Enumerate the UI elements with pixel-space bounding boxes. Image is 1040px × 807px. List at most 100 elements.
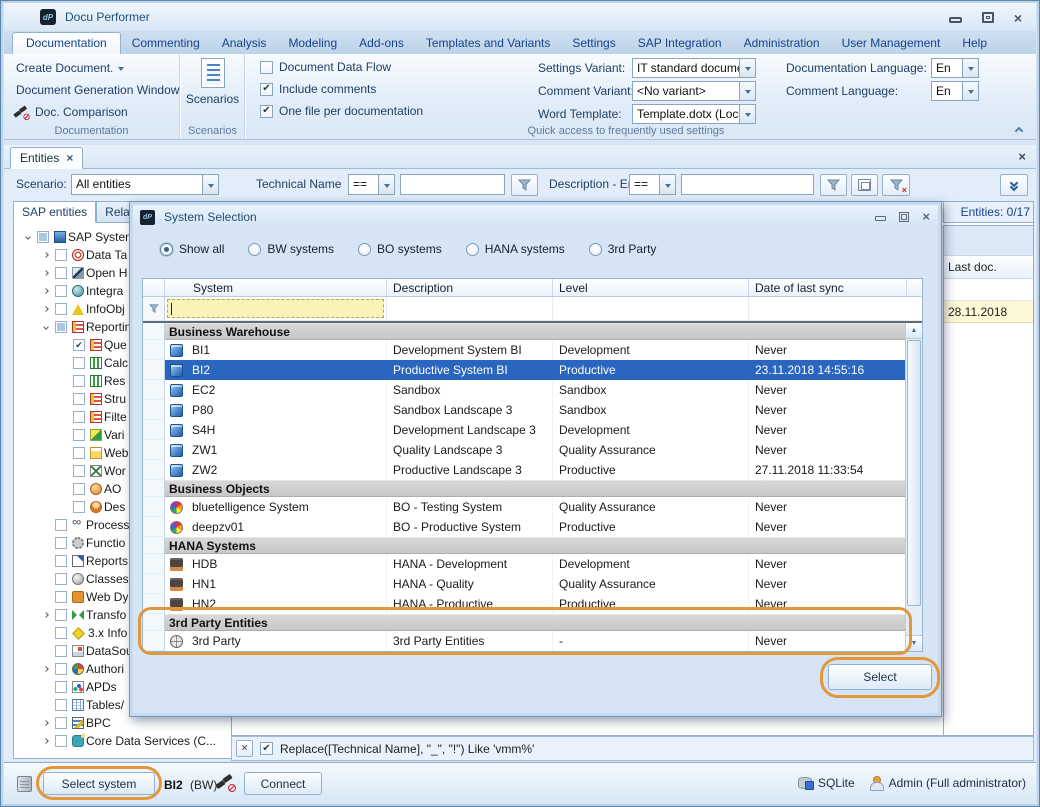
- tree-checkbox[interactable]: [55, 519, 67, 531]
- system-row-p80[interactable]: P80Sandbox Landscape 3SandboxNever: [143, 400, 922, 420]
- ribbon-tab-help[interactable]: Help: [951, 33, 998, 54]
- column-header-level[interactable]: Level: [553, 279, 749, 296]
- expander-icon[interactable]: [40, 739, 52, 743]
- field-combo[interactable]: Template.dotx (Local): [632, 104, 756, 124]
- dialog-title-bar[interactable]: System Selection ×: [133, 205, 938, 229]
- system-row-zw2[interactable]: ZW2Productive Landscape 3Productive27.11…: [143, 460, 922, 480]
- doc-comparison-button[interactable]: Doc. Comparison: [12, 103, 128, 121]
- radio-hana-systems[interactable]: HANA systems: [466, 242, 565, 256]
- radio-button[interactable]: [358, 243, 371, 256]
- radio-show-all[interactable]: Show all: [160, 242, 224, 256]
- tree-checkbox[interactable]: [73, 465, 85, 477]
- ribbon-tab-documentation[interactable]: Documentation: [12, 32, 121, 55]
- radio-button[interactable]: [248, 243, 261, 256]
- scenario-select[interactable]: All entities: [71, 174, 219, 195]
- tab-entities[interactable]: Entities ×: [10, 147, 83, 169]
- tree-checkbox[interactable]: [55, 555, 67, 567]
- ribbon-tab-commenting[interactable]: Commenting: [121, 33, 211, 54]
- close-icon[interactable]: ×: [1014, 12, 1022, 24]
- minimize-icon[interactable]: [875, 216, 886, 221]
- field-combo[interactable]: En: [931, 81, 979, 101]
- last-doc-header[interactable]: Last doc.: [944, 256, 1033, 279]
- checkbox[interactable]: [260, 61, 273, 74]
- combo-dropdown-button[interactable]: [202, 175, 218, 194]
- minimize-icon[interactable]: [949, 17, 962, 23]
- system-row-bi2[interactable]: BI2Productive System BIProductive23.11.2…: [143, 360, 922, 380]
- tree-checkbox[interactable]: [73, 501, 85, 513]
- column-header-description[interactable]: Description: [387, 279, 553, 296]
- combo-dropdown-button[interactable]: [659, 175, 675, 194]
- tree-checkbox[interactable]: [55, 627, 67, 639]
- combo-dropdown-button[interactable]: [962, 82, 978, 100]
- ribbon-option-document-data-flow[interactable]: Document Data Flow: [260, 58, 423, 76]
- system-row-3rd-party[interactable]: 3rd Party3rd Party Entities-Never: [143, 631, 922, 651]
- tree-checkbox[interactable]: [73, 447, 85, 459]
- ribbon-tab-add-ons[interactable]: Add-ons: [348, 33, 415, 54]
- maximize-icon[interactable]: [982, 12, 994, 23]
- ribbon-tab-templates-and-variants[interactable]: Templates and Variants: [415, 33, 562, 54]
- restore-icon[interactable]: [899, 212, 909, 222]
- system-row-deepzv01[interactable]: deepzv01BO - Productive SystemProductive…: [143, 517, 922, 537]
- scroll-up-icon[interactable]: ▲: [906, 323, 922, 339]
- expander-icon[interactable]: [22, 235, 34, 239]
- technical-name-filter-input[interactable]: [400, 174, 505, 195]
- radio-button[interactable]: [160, 243, 173, 256]
- ribbon-tab-analysis[interactable]: Analysis: [211, 33, 278, 54]
- column-header-date-of-last-sync[interactable]: Date of last sync: [749, 279, 907, 296]
- create-document-button[interactable]: Create Document.: [16, 59, 124, 77]
- system-row-bluetelligence-system[interactable]: bluetelligence SystemBO - Testing System…: [143, 497, 922, 517]
- select-system-button[interactable]: Select system: [43, 772, 155, 795]
- tree-checkbox[interactable]: [73, 393, 85, 405]
- scrollbar-thumb[interactable]: [907, 340, 921, 606]
- document-generation-window-button[interactable]: Document Generation Window: [16, 81, 179, 99]
- expander-icon[interactable]: [40, 667, 52, 671]
- system-row-s4h[interactable]: S4HDevelopment Landscape 3DevelopmentNev…: [143, 420, 922, 440]
- tree-item-core-data-services-c[interactable]: Core Data Services (C...: [14, 732, 231, 750]
- field-combo[interactable]: <No variant>: [632, 81, 756, 101]
- description-filter-cell[interactable]: [387, 297, 553, 321]
- collapse-ribbon-button[interactable]: [1010, 122, 1028, 136]
- radio-button[interactable]: [589, 243, 602, 256]
- combo-dropdown-button[interactable]: [739, 59, 755, 77]
- system-row-hdb[interactable]: HDBHANA - DevelopmentDevelopmentNever: [143, 554, 922, 574]
- tree-checkbox[interactable]: [55, 645, 67, 657]
- ribbon-tab-user-management[interactable]: User Management: [831, 33, 952, 54]
- tree-checkbox[interactable]: [73, 411, 85, 423]
- expander-icon[interactable]: [40, 721, 52, 725]
- select-button[interactable]: Select: [828, 664, 932, 690]
- system-row-ec2[interactable]: EC2SandboxSandboxNever: [143, 380, 922, 400]
- connect-button[interactable]: Connect: [244, 772, 322, 795]
- scroll-down-icon[interactable]: ▼: [906, 635, 922, 651]
- expander-icon[interactable]: [40, 271, 52, 275]
- technical-name-filter-button[interactable]: [511, 174, 538, 196]
- system-row-bi1[interactable]: BI1Development System BIDevelopmentNever: [143, 340, 922, 360]
- system-row-zw1[interactable]: ZW1Quality Landscape 3Quality AssuranceN…: [143, 440, 922, 460]
- combo-dropdown-button[interactable]: [378, 175, 394, 194]
- description-filter-input[interactable]: [681, 174, 814, 195]
- ribbon-tab-modeling[interactable]: Modeling: [277, 33, 348, 54]
- tree-checkbox[interactable]: ✔: [73, 339, 85, 351]
- column-header-system[interactable]: System: [165, 279, 387, 296]
- tree-checkbox[interactable]: [55, 303, 67, 315]
- ribbon-option-one-file-per-documentation[interactable]: ✔One file per documentation: [260, 102, 423, 120]
- technical-name-operator-select[interactable]: ==: [348, 174, 395, 195]
- tree-checkbox[interactable]: [55, 735, 67, 747]
- tree-checkbox[interactable]: [73, 429, 85, 441]
- tree-checkbox[interactable]: [55, 699, 67, 711]
- description-operator-select[interactable]: ==: [629, 174, 676, 195]
- combo-dropdown-button[interactable]: [739, 105, 755, 123]
- expander-icon[interactable]: [40, 253, 52, 257]
- radio-3rd-party[interactable]: 3rd Party: [589, 242, 657, 256]
- tree-checkbox[interactable]: [55, 267, 67, 279]
- tree-checkbox[interactable]: [55, 537, 67, 549]
- tree-checkbox[interactable]: [55, 681, 67, 693]
- tree-checkbox[interactable]: [55, 591, 67, 603]
- date-filter-cell[interactable]: [749, 297, 922, 321]
- tree-checkbox[interactable]: [55, 285, 67, 297]
- clear-filter-button[interactable]: ×: [882, 174, 910, 196]
- radio-bo-systems[interactable]: BO systems: [358, 242, 442, 256]
- expander-icon[interactable]: [40, 613, 52, 617]
- tree-checkbox[interactable]: [37, 231, 49, 243]
- tree-checkbox[interactable]: [73, 357, 85, 369]
- ribbon-option-include-comments[interactable]: ✔Include comments: [260, 80, 423, 98]
